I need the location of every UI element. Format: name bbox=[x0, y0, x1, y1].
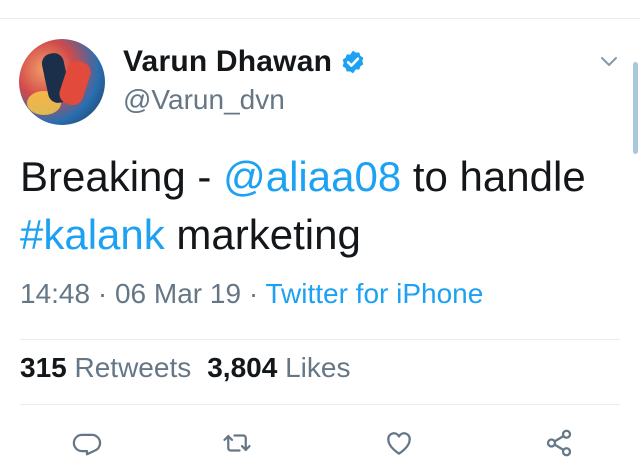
author-name[interactable]: Varun Dhawan bbox=[123, 45, 332, 79]
author-row: Varun Dhawan bbox=[123, 42, 366, 82]
meta-separator: · bbox=[90, 278, 115, 309]
heart-icon bbox=[387, 432, 411, 455]
action-bar bbox=[0, 420, 640, 468]
tweet-text: Breaking - @aliaa08 to handle #kalank ma… bbox=[20, 148, 620, 264]
top-divider bbox=[0, 18, 640, 19]
likes-label: Likes bbox=[285, 352, 351, 383]
share-button[interactable] bbox=[542, 426, 576, 460]
likes-count: 3,804 bbox=[207, 352, 278, 383]
retweet-icon bbox=[223, 434, 251, 452]
tweet-time: 14:48 bbox=[20, 278, 91, 309]
meta-separator: · bbox=[241, 278, 266, 309]
like-button[interactable] bbox=[382, 426, 416, 460]
chevron-down-icon[interactable] bbox=[600, 55, 618, 69]
tweet-text-part: marketing bbox=[164, 211, 361, 258]
divider bbox=[20, 339, 620, 340]
retweets-stat[interactable]: 315 Retweets bbox=[20, 352, 191, 383]
reply-button[interactable] bbox=[70, 426, 104, 460]
engagement-stats: 315 Retweets 3,804 Likes bbox=[20, 352, 350, 384]
scrollbar[interactable] bbox=[633, 62, 638, 154]
reply-icon bbox=[72, 433, 102, 456]
likes-stat[interactable]: 3,804 Likes bbox=[207, 352, 350, 383]
tweet-text-part: to handle bbox=[401, 153, 586, 200]
verified-badge-icon bbox=[342, 50, 364, 74]
retweets-label: Retweets bbox=[74, 352, 192, 383]
retweets-count: 315 bbox=[20, 352, 67, 383]
author-handle[interactable]: @Varun_dvn bbox=[123, 84, 285, 116]
tweet-date: 06 Mar 19 bbox=[114, 278, 242, 309]
tweet-source-link[interactable]: Twitter for iPhone bbox=[265, 278, 483, 309]
tweet-text-part: Breaking - bbox=[20, 153, 224, 200]
share-icon bbox=[546, 429, 572, 457]
divider bbox=[20, 404, 620, 405]
avatar[interactable] bbox=[19, 39, 105, 125]
tweet-meta: 14:48 · 06 Mar 19 · Twitter for iPhone bbox=[20, 278, 483, 310]
mention-link[interactable]: @aliaa08 bbox=[223, 153, 401, 200]
hashtag-link[interactable]: #kalank bbox=[20, 211, 165, 258]
retweet-button[interactable] bbox=[220, 426, 254, 460]
